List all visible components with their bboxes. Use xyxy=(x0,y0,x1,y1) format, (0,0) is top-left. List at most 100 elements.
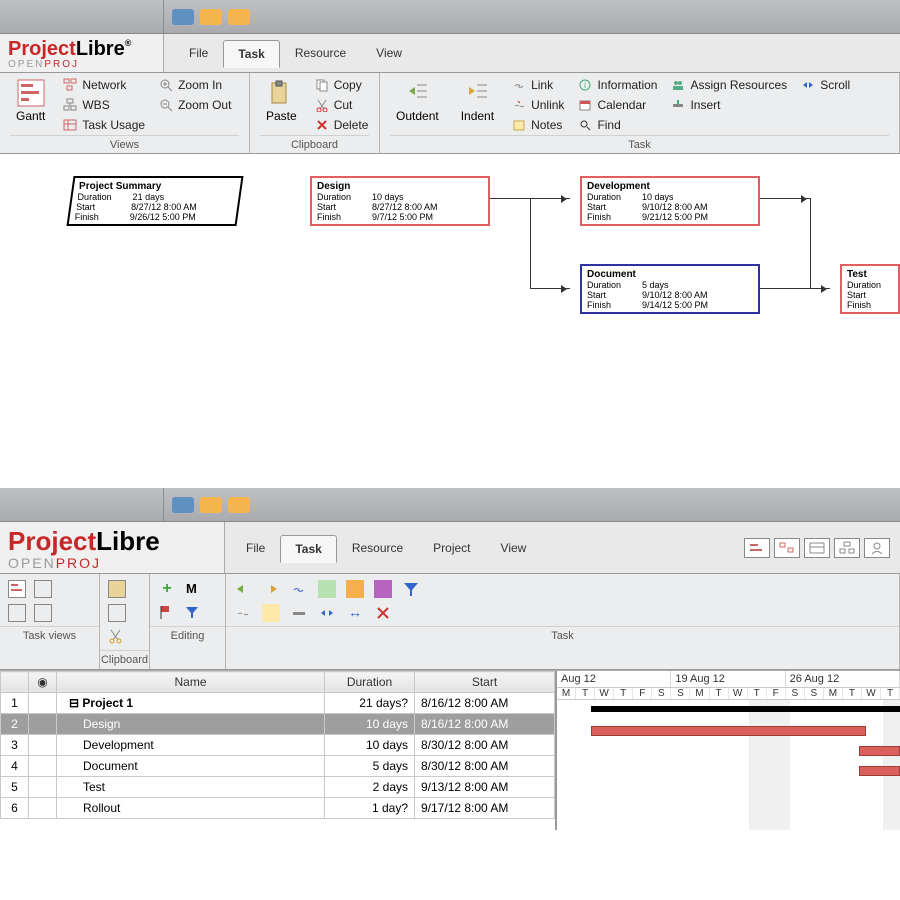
window-button-1[interactable] xyxy=(172,9,194,25)
find-button[interactable]: Find xyxy=(576,117,659,133)
quick-resource-icon[interactable] xyxy=(864,538,890,558)
tab-view[interactable]: View xyxy=(361,39,417,67)
link-line xyxy=(810,198,811,288)
gantt-timescale-weeks: Aug 12 19 Aug 12 26 Aug 12 xyxy=(557,671,900,688)
node-development[interactable]: Development Duration10 days Start9/10/12… xyxy=(580,176,760,226)
node-test[interactable]: Test Duration Start Finish xyxy=(840,264,900,314)
tab-resource[interactable]: Resource xyxy=(337,534,418,562)
table-row[interactable]: 2Design10 days8/16/12 8:00 AM xyxy=(1,714,555,735)
indent-button[interactable]: Indent xyxy=(455,77,500,125)
outdent-icon[interactable] xyxy=(234,580,252,598)
network-icon[interactable] xyxy=(34,580,52,598)
information-button[interactable]: iInformation xyxy=(576,77,659,93)
window-button-2[interactable] xyxy=(200,497,222,513)
brand-subtitle: OPENPROJ xyxy=(8,555,218,571)
scroll-button[interactable]: Scroll xyxy=(799,77,852,93)
insert-button[interactable]: Insert xyxy=(669,97,789,113)
window-button-2[interactable] xyxy=(200,9,222,25)
filter-icon[interactable] xyxy=(402,580,420,598)
window-gantt-view: ProjectLibre OPENPROJ File Task Resource… xyxy=(0,488,900,830)
window-button-1[interactable] xyxy=(172,497,194,513)
network-icon xyxy=(63,78,77,92)
unlink-icon[interactable] xyxy=(234,604,252,622)
quick-network-icon[interactable] xyxy=(774,538,800,558)
window-button-3[interactable] xyxy=(228,497,250,513)
gantt-icon[interactable] xyxy=(8,580,26,598)
calendar-icon[interactable] xyxy=(346,580,364,598)
node-project-summary[interactable]: Project Summary Duration21 days Start8/2… xyxy=(66,176,243,226)
svg-text:i: i xyxy=(585,81,587,90)
table-row[interactable]: 1⊟ Project 121 days?8/16/12 8:00 AM xyxy=(1,693,555,714)
indent-icon xyxy=(463,79,491,107)
tab-file[interactable]: File xyxy=(231,534,280,562)
find-icon[interactable]: M xyxy=(184,580,202,598)
tab-file[interactable]: File xyxy=(174,39,223,67)
top-row: ProjectLibre® OPENPROJ File Task Resourc… xyxy=(0,34,900,73)
unlink-button[interactable]: Unlink xyxy=(510,97,566,113)
scroll-icon[interactable] xyxy=(318,604,336,622)
table-row[interactable]: 6Rollout1 day?9/17/12 8:00 AM xyxy=(1,798,555,819)
info-icon[interactable] xyxy=(318,580,336,598)
cut-icon[interactable] xyxy=(108,628,126,646)
gantt-bar-development[interactable] xyxy=(859,746,900,756)
gantt-button[interactable]: Gantt xyxy=(10,77,51,125)
link-button[interactable]: Link xyxy=(510,77,566,93)
tab-project[interactable]: Project xyxy=(418,534,485,562)
copy-icon[interactable] xyxy=(108,604,126,622)
cut-button[interactable]: Cut xyxy=(313,97,371,113)
table-row[interactable]: 4Document5 days8/30/12 8:00 AM xyxy=(1,756,555,777)
paste-icon[interactable] xyxy=(108,580,126,598)
indent-icon[interactable] xyxy=(262,580,280,598)
wbs-button[interactable]: WBS xyxy=(61,97,147,113)
brand: ProjectLibre® OPENPROJ xyxy=(0,34,164,72)
quick-wbs-icon[interactable] xyxy=(834,538,860,558)
quick-task-usage-icon[interactable] xyxy=(804,538,830,558)
zoom-out-icon xyxy=(159,98,173,112)
titlebar xyxy=(0,0,900,34)
wbs-icon[interactable] xyxy=(8,604,26,622)
ribbon-group-task-views: Task views xyxy=(0,574,100,669)
zoom-in-button[interactable]: Zoom In xyxy=(157,77,233,93)
network-canvas[interactable]: Project Summary Duration21 days Start8/2… xyxy=(0,154,900,434)
assign-resources-button[interactable]: Assign Resources xyxy=(669,77,789,93)
copy-button[interactable]: Copy xyxy=(313,77,371,93)
calendar-button[interactable]: Calendar xyxy=(576,97,659,113)
tab-task[interactable]: Task xyxy=(280,535,336,563)
gantt-bar-summary[interactable] xyxy=(591,706,900,712)
insert-icon[interactable] xyxy=(290,604,308,622)
top-row: ProjectLibre OPENPROJ File Task Resource… xyxy=(0,522,900,574)
tab-view[interactable]: View xyxy=(486,534,542,562)
paste-button[interactable]: Paste xyxy=(260,77,303,125)
zoom-out-button[interactable]: Zoom Out xyxy=(157,97,233,113)
paste-icon xyxy=(267,79,295,107)
gantt-bar-design[interactable] xyxy=(591,726,865,736)
window-button-3[interactable] xyxy=(228,9,250,25)
tab-task[interactable]: Task xyxy=(223,40,279,68)
group-label-task: Task xyxy=(390,135,889,151)
cut-icon xyxy=(315,98,329,112)
task-usage-button[interactable]: Task Usage xyxy=(61,117,147,133)
network-button[interactable]: Network xyxy=(61,77,147,93)
node-design[interactable]: Design Duration10 days Start8/27/12 8:00… xyxy=(310,176,490,226)
link-icon[interactable] xyxy=(290,580,308,598)
move-icon[interactable]: ↔ xyxy=(346,604,364,622)
tab-resource[interactable]: Resource xyxy=(280,39,361,67)
gantt-chart[interactable]: Aug 12 19 Aug 12 26 Aug 12 MTWTFSSMTWTFS… xyxy=(555,671,900,830)
notes-icon[interactable] xyxy=(262,604,280,622)
table-row[interactable]: 3Development10 days8/30/12 8:00 AM xyxy=(1,735,555,756)
gantt-bar-document[interactable] xyxy=(859,766,900,776)
plus-icon[interactable]: + xyxy=(158,580,176,598)
delete-icon[interactable] xyxy=(374,604,392,622)
delete-button[interactable]: Delete xyxy=(313,117,371,133)
assign-icon[interactable] xyxy=(374,580,392,598)
outdent-button[interactable]: Outdent xyxy=(390,77,445,125)
table-row[interactable]: 5Test2 days9/13/12 8:00 AM xyxy=(1,777,555,798)
flag-icon[interactable] xyxy=(158,604,176,622)
task-sheet[interactable]: ◉ Name Duration Start 1⊟ Project 121 day… xyxy=(0,671,555,830)
find-icon xyxy=(578,118,592,132)
task-usage-icon[interactable] xyxy=(34,604,52,622)
node-document[interactable]: Document Duration5 days Start9/10/12 8:0… xyxy=(580,264,760,314)
quick-gantt-icon[interactable] xyxy=(744,538,770,558)
notes-button[interactable]: Notes xyxy=(510,117,566,133)
filter-icon[interactable] xyxy=(184,604,202,622)
